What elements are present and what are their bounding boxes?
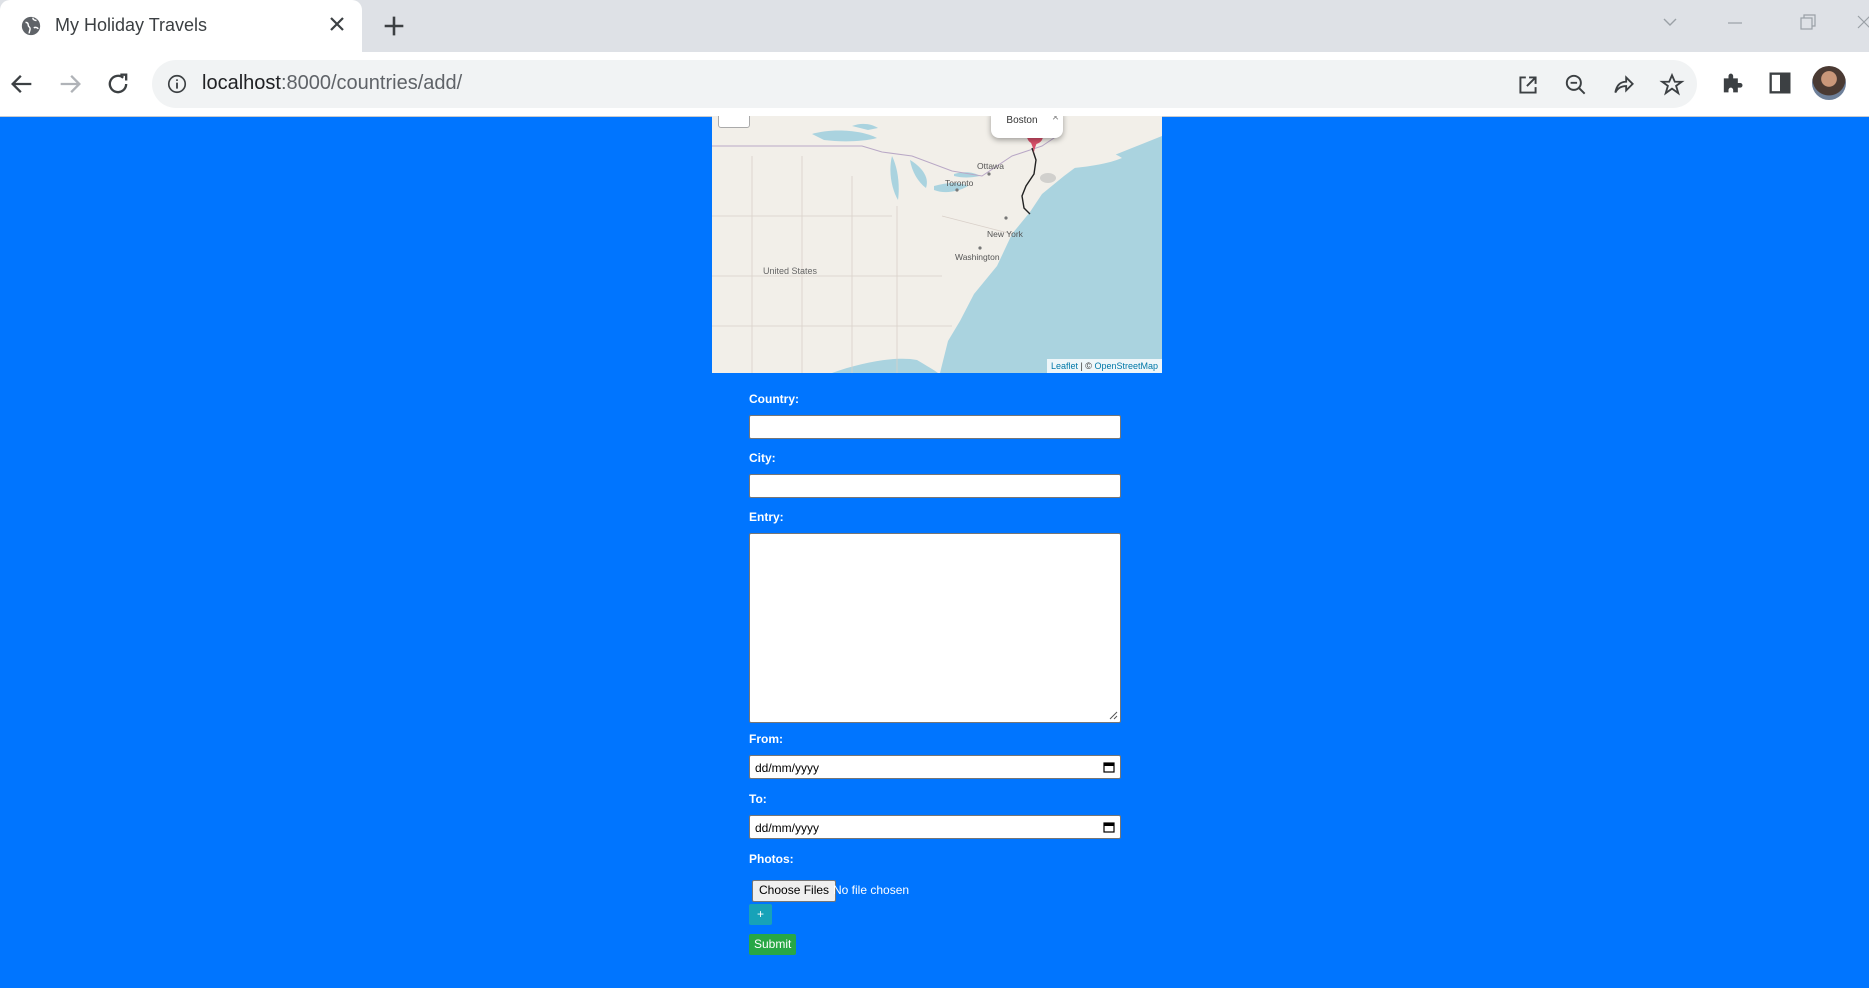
url-text[interactable]: localhost:8000/countries/add/	[202, 72, 462, 95]
globe-icon	[21, 16, 41, 36]
choose-files-button[interactable]: Choose Files	[752, 880, 837, 902]
share-icon[interactable]	[1611, 72, 1637, 98]
site-info-icon[interactable]	[166, 73, 188, 95]
popup-close-icon[interactable]: ×	[1052, 116, 1059, 124]
map-tiles	[712, 116, 1162, 373]
popup-text: Boston	[1006, 116, 1038, 126]
map-label-ottawa: Ottawa	[977, 161, 1004, 171]
browser-chrome: My Holiday Travels localhost:8000/countr…	[0, 0, 1869, 117]
country-input[interactable]	[749, 415, 1121, 439]
from-label: From:	[749, 732, 783, 746]
resize-handle-icon[interactable]	[1108, 710, 1118, 720]
close-window-icon[interactable]	[1850, 10, 1869, 36]
from-date-input[interactable]: dd/mm/yyyy	[749, 755, 1121, 779]
entry-label: Entry:	[749, 510, 784, 524]
open-in-app-icon[interactable]	[1515, 72, 1541, 98]
close-tab-icon[interactable]	[325, 12, 349, 36]
side-panel-icon[interactable]	[1766, 69, 1794, 97]
url-path: :8000/countries/add/	[280, 72, 463, 94]
forward-icon[interactable]	[56, 70, 84, 98]
calendar-icon[interactable]	[1103, 821, 1115, 833]
leaflet-link[interactable]: Leaflet	[1051, 361, 1078, 371]
minimize-icon[interactable]	[1720, 10, 1750, 36]
map-popup: Boston ×	[991, 116, 1063, 138]
profile-avatar[interactable]	[1812, 66, 1846, 100]
restore-icon[interactable]	[1792, 10, 1822, 36]
file-status-text: No file chosen	[833, 883, 910, 897]
zoom-control[interactable]	[718, 116, 750, 128]
photos-label: Photos:	[749, 852, 794, 866]
bookmark-star-icon[interactable]	[1659, 72, 1685, 98]
zoom-out-icon[interactable]	[1563, 72, 1589, 98]
entry-textarea[interactable]	[749, 533, 1121, 723]
add-photo-button[interactable]: +	[749, 904, 772, 925]
city-label: City:	[749, 451, 776, 465]
tab-title: My Holiday Travels	[55, 15, 208, 35]
country-label: Country:	[749, 392, 799, 406]
to-label: To:	[749, 792, 767, 806]
to-date-input[interactable]: dd/mm/yyyy	[749, 815, 1121, 839]
map-label-new-york: New York	[987, 229, 1023, 239]
calendar-icon[interactable]	[1103, 761, 1115, 773]
map[interactable]: Boston × Ottawa Toronto New York Washing…	[712, 116, 1162, 373]
openstreetmap-link[interactable]: OpenStreetMap	[1094, 361, 1158, 371]
tab-search-icon[interactable]	[1655, 10, 1685, 36]
browser-tab[interactable]: My Holiday Travels	[0, 0, 362, 52]
reload-icon[interactable]	[104, 70, 132, 98]
map-label-toronto: Toronto	[945, 178, 974, 188]
attribution-separator: | ©	[1077, 361, 1095, 371]
city-input[interactable]	[749, 474, 1121, 498]
back-icon[interactable]	[8, 70, 36, 98]
to-date-placeholder: dd/mm/yyyy	[755, 821, 820, 835]
map-label-washington: Washington	[955, 252, 1000, 262]
submit-button[interactable]: Submit	[749, 934, 797, 955]
from-date-placeholder: dd/mm/yyyy	[755, 761, 820, 775]
extensions-icon[interactable]	[1718, 69, 1746, 97]
new-tab-icon[interactable]	[380, 12, 408, 40]
map-attribution: Leaflet | © OpenStreetMap	[1046, 359, 1162, 373]
address-bar[interactable]: localhost:8000/countries/add/	[152, 60, 1697, 108]
browser-toolbar: localhost:8000/countries/add/	[0, 52, 1869, 117]
map-label-united-states: United States	[763, 266, 818, 276]
url-host: localhost	[202, 72, 281, 94]
